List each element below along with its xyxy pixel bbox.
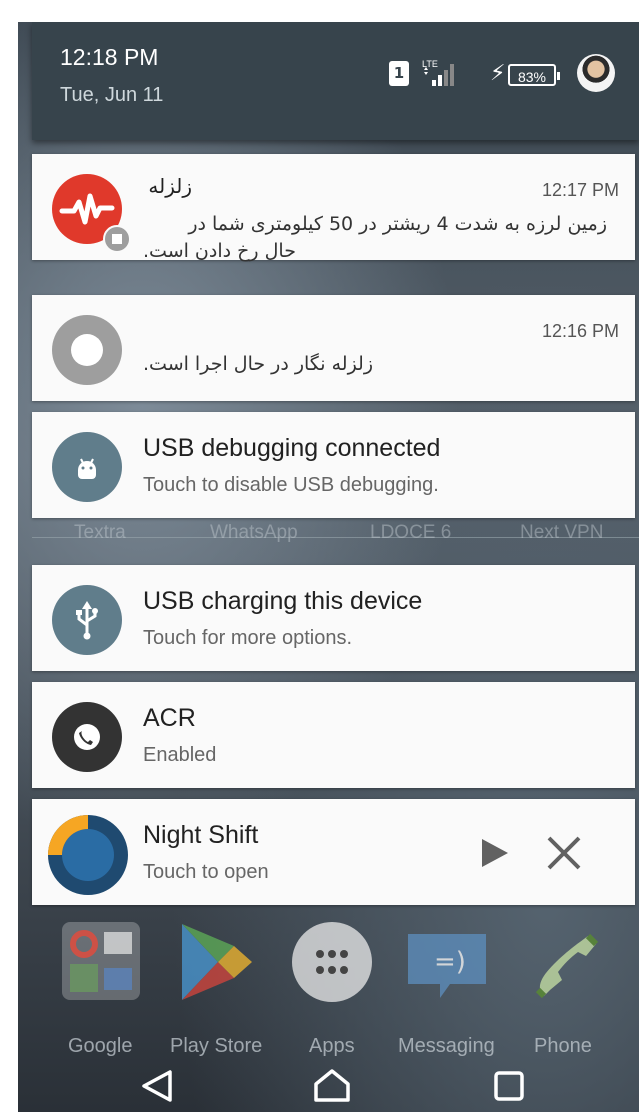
dock-label-phone: Phone xyxy=(534,1035,592,1057)
phone-screen: Textra WhatsApp LDOCE 6 Next VPN 12:18 P… xyxy=(18,22,639,1112)
notification-usb-debugging[interactable]: USB debugging connected Touch to disable… xyxy=(32,412,635,518)
notification-title: زلزله xyxy=(148,174,192,198)
close-icon xyxy=(547,836,581,870)
charging-icon: ⚡ xyxy=(490,61,506,86)
google-g-icon xyxy=(70,930,98,958)
notification-time: 12:16 PM xyxy=(541,321,619,341)
notification-body-line2: حال رخ دادن است. xyxy=(143,240,296,262)
notification-acr[interactable]: ACR Enabled xyxy=(32,682,635,788)
background-app-label: Textra xyxy=(74,522,126,543)
notification-subtitle: Touch to disable USB debugging. xyxy=(143,474,439,496)
clock-time: 12:18 PM xyxy=(60,44,159,70)
phone-handset-icon xyxy=(535,933,599,999)
dock-label-google: Google xyxy=(68,1035,133,1057)
play-store-icon xyxy=(182,924,252,1000)
background-app-label: LDOCE 6 xyxy=(370,522,452,543)
notification-seismograph-running[interactable]: 12:16 PM زلزله نگار در حال اجرا است. xyxy=(32,295,635,401)
maps-icon xyxy=(70,964,98,992)
notification-title: ACR xyxy=(143,704,196,732)
network-label: LTE xyxy=(422,59,438,69)
dock-app-phone[interactable] xyxy=(528,926,608,1006)
messaging-icon: =) xyxy=(408,934,486,998)
notification-title: Night Shift xyxy=(143,821,259,849)
notification-subtitle: Touch for more options. xyxy=(143,627,352,649)
home-icon xyxy=(314,1069,350,1102)
background-app-label: WhatsApp xyxy=(210,522,298,543)
gmail-icon xyxy=(104,932,132,954)
dock-app-messaging[interactable]: =) xyxy=(404,930,490,1002)
dock-app-apps[interactable] xyxy=(292,922,372,1002)
back-button[interactable] xyxy=(138,1068,178,1104)
stop-badge-icon xyxy=(103,225,131,253)
call-recorder-icon xyxy=(52,702,122,772)
usb-icon xyxy=(52,585,122,655)
notification-earthquake-alert[interactable]: زلزله 12:17 PM زمین لرزه به شدت 4 ریشتر … xyxy=(32,154,635,260)
dock-label-messaging: Messaging xyxy=(398,1035,495,1057)
notification-subtitle: Enabled xyxy=(143,744,217,766)
home-button[interactable] xyxy=(312,1068,352,1104)
svg-text:=): =) xyxy=(434,947,466,977)
dock-app-play-store[interactable] xyxy=(176,920,256,1004)
dock-label-play-store: Play Store xyxy=(170,1035,263,1057)
play-button[interactable] xyxy=(476,835,512,871)
background-app-label: Next VPN xyxy=(520,522,604,543)
dock-app-google[interactable] xyxy=(62,922,140,1000)
android-bug-icon xyxy=(52,432,122,502)
notification-usb-charging[interactable]: USB charging this device Touch for more … xyxy=(32,565,635,671)
navigation-bar xyxy=(18,1058,639,1112)
night-shift-moon-icon xyxy=(48,815,128,895)
notification-night-shift[interactable]: Night Shift Touch to open xyxy=(32,799,635,905)
notification-title: USB debugging connected xyxy=(143,434,441,462)
notification-subtitle: Touch to open xyxy=(143,861,269,883)
clock-date[interactable]: Tue, Jun 11 xyxy=(60,84,163,107)
back-icon xyxy=(142,1070,172,1102)
notification-body-line1: زمین لرزه به شدت 4 ریشتر در 50 کیلومتری … xyxy=(188,213,607,235)
notification-time: 12:17 PM xyxy=(541,180,619,200)
seismograph-ring-icon xyxy=(52,315,122,385)
notification-title: USB charging this device xyxy=(143,587,423,615)
recents-button[interactable] xyxy=(490,1068,530,1104)
lte-signal-icon: LTE xyxy=(422,59,454,86)
apps-grid-icon xyxy=(316,950,348,974)
play-icon xyxy=(482,839,508,867)
battery-indicator: 83% xyxy=(508,64,560,86)
user-avatar[interactable] xyxy=(577,54,615,92)
sim-slot-icon: 1 xyxy=(389,61,409,86)
close-button[interactable] xyxy=(544,833,584,873)
dock-label-apps: Apps xyxy=(309,1035,355,1057)
quick-settings-header[interactable]: 12:18 PM Tue, Jun 11 1 LTE ⚡ 83% xyxy=(32,22,639,140)
notification-body: زلزله نگار در حال اجرا است. xyxy=(143,353,374,375)
docs-icon xyxy=(104,968,132,990)
recents-icon xyxy=(494,1071,524,1101)
